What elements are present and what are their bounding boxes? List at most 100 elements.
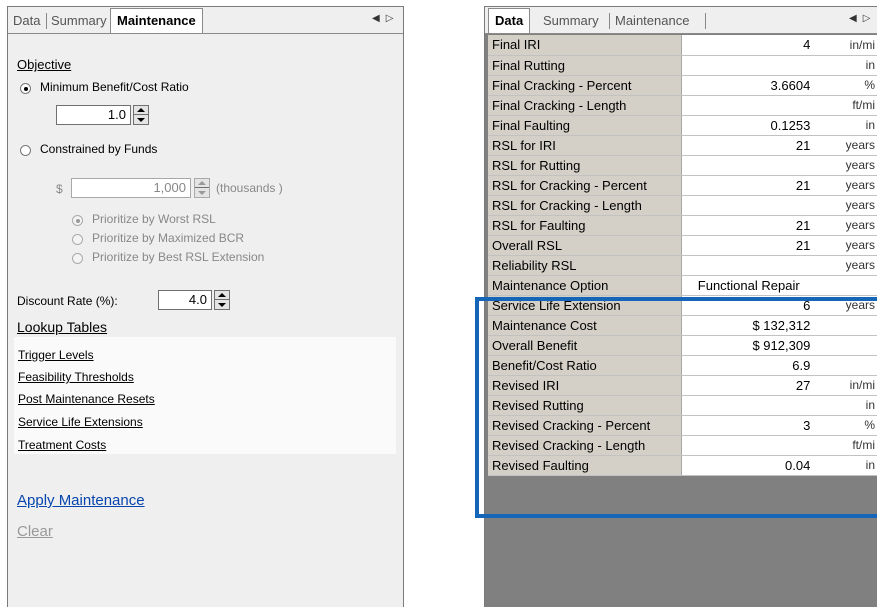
- min-bcr-spinner[interactable]: [133, 105, 149, 125]
- row-label: Revised Cracking - Percent: [488, 415, 683, 436]
- maintenance-form: Objective Minimum Benefit/Cost Ratio 1.0…: [8, 34, 403, 607]
- clear-link[interactable]: Clear: [17, 523, 53, 540]
- arrow-left-icon[interactable]: ◀: [849, 13, 863, 24]
- discount-rate-spinner[interactable]: [214, 290, 230, 310]
- row-unit: ft/mi: [815, 435, 877, 456]
- table-row[interactable]: RSL for IRI 21 years: [488, 135, 877, 156]
- table-row[interactable]: Service Life Extension 6 years: [488, 295, 877, 316]
- objective-heading: Objective: [17, 57, 72, 72]
- row-value[interactable]: Functional Repair: [681, 275, 816, 296]
- prioritize-worst-rsl-radio[interactable]: [72, 215, 83, 226]
- table-row[interactable]: Benefit/Cost Ratio 6.9: [488, 355, 877, 376]
- funds-input[interactable]: 1,000: [71, 178, 191, 198]
- table-row[interactable]: Final IRI 4 in/mi: [488, 35, 877, 56]
- row-label: Overall RSL: [488, 235, 683, 256]
- row-label: Reliability RSL: [488, 255, 683, 276]
- right-tab-bar: Data Summary Maintenance ◀▷: [485, 7, 877, 34]
- row-value[interactable]: 3: [681, 415, 816, 436]
- row-unit: years: [815, 175, 877, 196]
- prioritize-max-bcr-radio[interactable]: [72, 234, 83, 245]
- table-row[interactable]: Final Cracking - Length ft/mi: [488, 95, 877, 116]
- row-value[interactable]: $ 912,309: [681, 335, 816, 356]
- row-unit: years: [815, 215, 877, 236]
- row-value[interactable]: 6: [681, 295, 816, 316]
- row-unit: in/mi: [815, 375, 877, 396]
- arrow-right-icon[interactable]: ▷: [386, 13, 400, 24]
- row-value[interactable]: 3.6604: [681, 75, 816, 96]
- row-value[interactable]: 21: [681, 175, 816, 196]
- row-label: Final Cracking - Percent: [488, 75, 683, 96]
- row-label: Revised IRI: [488, 375, 683, 396]
- row-unit: years: [815, 255, 877, 276]
- table-row[interactable]: RSL for Faulting 21 years: [488, 215, 877, 236]
- row-value[interactable]: [681, 435, 816, 456]
- arrow-left-icon[interactable]: ◀: [372, 13, 386, 24]
- row-value[interactable]: 21: [681, 215, 816, 236]
- table-row[interactable]: Final Cracking - Percent 3.6604%: [488, 75, 877, 96]
- row-unit: years: [815, 235, 877, 256]
- link-trigger-levels[interactable]: Trigger Levels: [18, 348, 94, 362]
- funds-spinner[interactable]: [194, 178, 210, 198]
- table-row[interactable]: RSL for Cracking - Length years: [488, 195, 877, 216]
- lookup-tables-heading: Lookup Tables: [17, 319, 108, 335]
- table-row[interactable]: RSL for Rutting years: [488, 155, 877, 176]
- row-unit: in/mi: [815, 35, 877, 56]
- row-unit: [815, 335, 877, 356]
- data-grid: Final IRI 4 in/mi Final Rutting in Final Crac…: [488, 35, 877, 476]
- table-row[interactable]: RSL for Cracking - Percent 21 years: [488, 175, 877, 196]
- table-row[interactable]: Revised Rutting in: [488, 395, 877, 416]
- row-value[interactable]: [681, 155, 816, 176]
- tab-maintenance[interactable]: Maintenance: [615, 11, 689, 31]
- row-value[interactable]: 0.04: [681, 455, 816, 476]
- table-row[interactable]: Revised Faulting 0.04 in: [488, 455, 877, 476]
- link-post-maintenance-resets[interactable]: Post Maintenance Resets: [18, 392, 155, 406]
- row-value[interactable]: $ 132,312: [681, 315, 816, 336]
- row-label: Maintenance Option: [488, 275, 683, 296]
- row-value[interactable]: [681, 255, 816, 276]
- row-value[interactable]: 6.9: [681, 355, 816, 376]
- prioritize-best-extension-radio[interactable]: [72, 253, 83, 264]
- row-unit: in: [815, 115, 877, 136]
- table-row[interactable]: Overall RSL 21 years: [488, 235, 877, 256]
- discount-rate-input[interactable]: 4.0: [158, 290, 212, 310]
- row-value[interactable]: 21: [681, 235, 816, 256]
- link-service-life-extensions[interactable]: Service Life Extensions: [18, 415, 143, 429]
- table-row[interactable]: Maintenance Cost $ 132,312: [488, 315, 877, 336]
- table-row[interactable]: Final Faulting 0.1253 in: [488, 115, 877, 136]
- row-label: RSL for Faulting: [488, 215, 683, 236]
- min-bcr-radio[interactable]: [20, 83, 31, 94]
- tab-data[interactable]: Data: [488, 8, 531, 33]
- tab-data[interactable]: Data: [13, 11, 40, 31]
- table-row[interactable]: Revised Cracking - Length ft/mi: [488, 435, 877, 456]
- row-value[interactable]: 0.1253: [681, 115, 816, 136]
- data-panel: Data Summary Maintenance ◀▷ Final IRI 4 in…: [484, 6, 877, 607]
- table-row[interactable]: Final Rutting in: [488, 55, 877, 76]
- row-unit: [815, 315, 877, 336]
- tab-summary[interactable]: Summary: [543, 11, 599, 31]
- row-label: RSL for Rutting: [488, 155, 683, 176]
- tab-summary[interactable]: Summary: [51, 11, 107, 31]
- constrained-radio[interactable]: [20, 145, 31, 156]
- row-unit: [815, 355, 877, 376]
- link-feasibility-thresholds[interactable]: Feasibility Thresholds: [18, 370, 134, 384]
- row-unit: years: [815, 195, 877, 216]
- row-value[interactable]: [681, 55, 816, 76]
- row-value[interactable]: 27: [681, 375, 816, 396]
- apply-maintenance-link[interactable]: Apply Maintenance: [17, 492, 145, 509]
- row-value[interactable]: 21: [681, 135, 816, 156]
- row-value[interactable]: [681, 95, 816, 116]
- table-row[interactable]: Reliability RSL years: [488, 255, 877, 276]
- table-row[interactable]: Maintenance Option Functional Repair: [488, 275, 877, 296]
- row-value[interactable]: [681, 395, 816, 416]
- row-value[interactable]: 4: [681, 35, 816, 56]
- table-row[interactable]: Revised Cracking - Percent 3%: [488, 415, 877, 436]
- row-value[interactable]: [681, 195, 816, 216]
- row-unit: in: [815, 455, 877, 476]
- tab-maintenance[interactable]: Maintenance: [110, 8, 203, 33]
- table-row[interactable]: Revised IRI 27 in/mi: [488, 375, 877, 396]
- min-bcr-input[interactable]: 1.0: [56, 105, 131, 125]
- link-treatment-costs[interactable]: Treatment Costs: [18, 438, 106, 452]
- arrow-right-icon[interactable]: ▷: [863, 13, 877, 24]
- row-label: Revised Cracking - Length: [488, 435, 683, 456]
- table-row[interactable]: Overall Benefit $ 912,309: [488, 335, 877, 356]
